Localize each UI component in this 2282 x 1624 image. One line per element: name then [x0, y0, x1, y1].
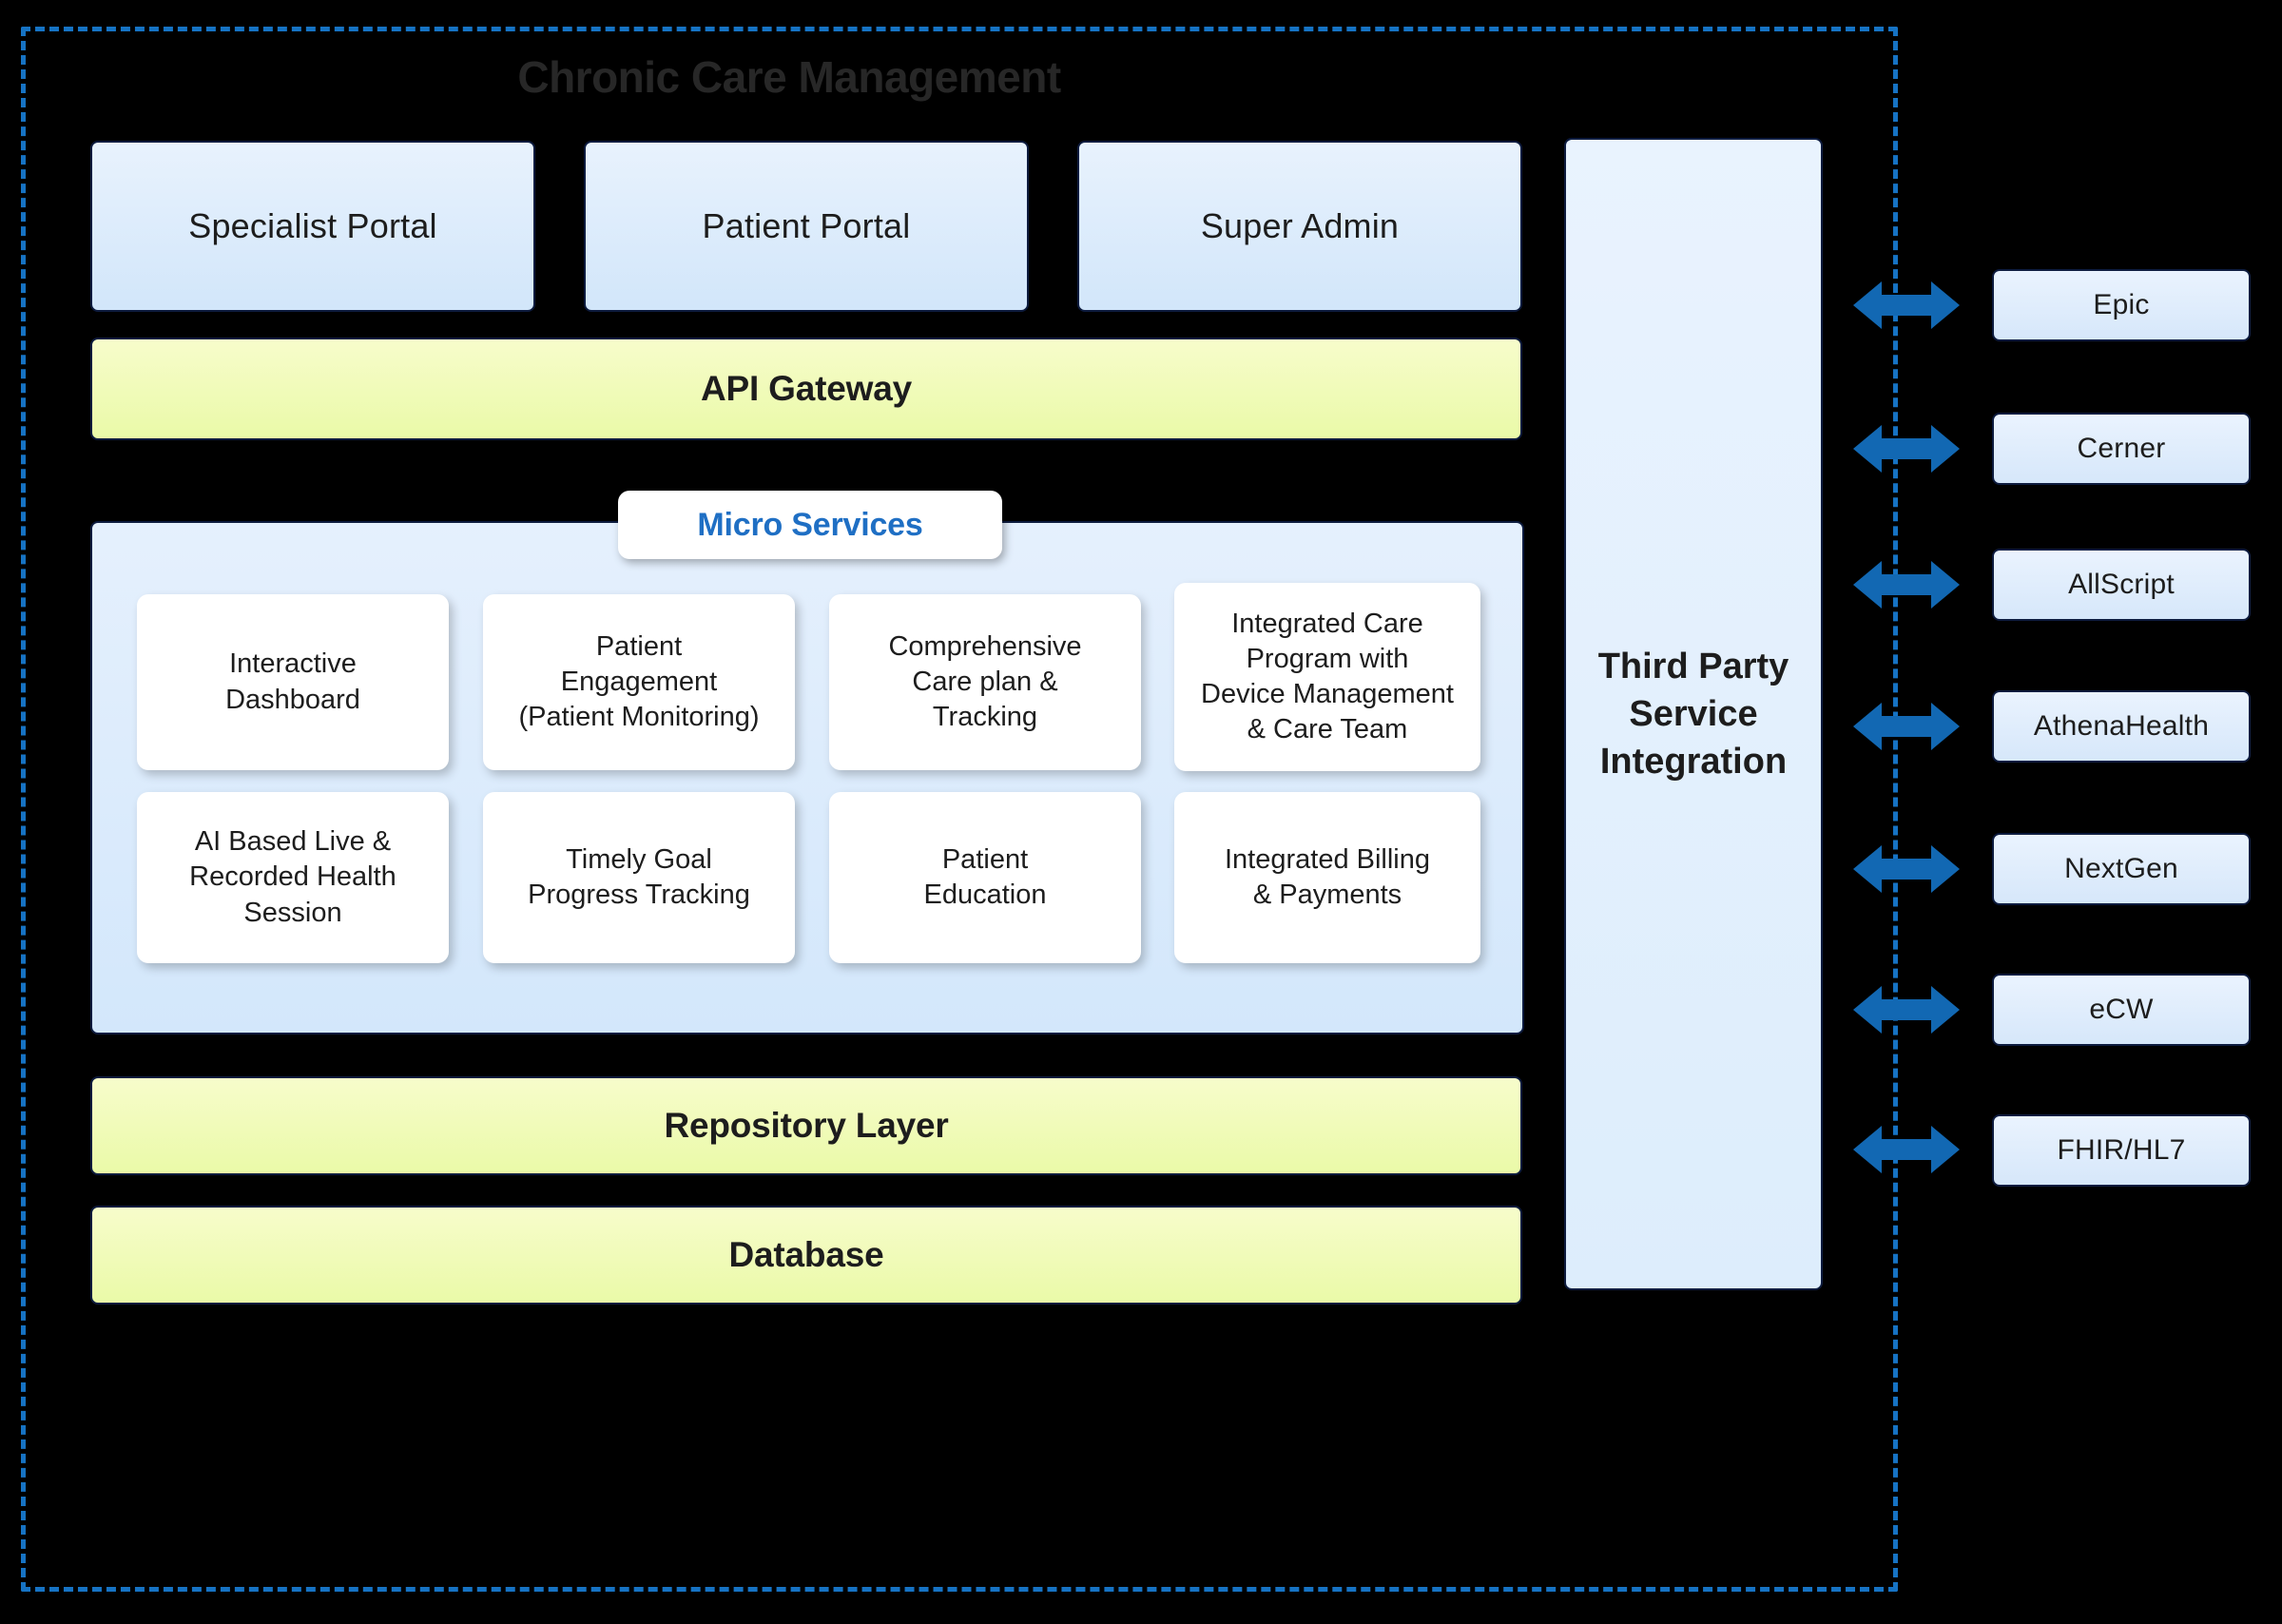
external-system-label: AllScript [2068, 569, 2175, 600]
portal-patient-label: Patient Portal [702, 206, 911, 245]
micro-services-label: Micro Services [618, 491, 1002, 559]
service-card-label: AI Based Live & Recorded Health Session [189, 826, 396, 928]
external-system-label: eCW [2089, 994, 2154, 1025]
service-card-label: Comprehensive Care plan & Tracking [888, 630, 1082, 733]
service-card-ai-health-session[interactable]: AI Based Live & Recorded Health Session [137, 792, 449, 963]
bidirectional-arrow-icon [1853, 421, 1960, 476]
repository-layer[interactable]: Repository Layer [90, 1076, 1522, 1175]
external-system-nextgen[interactable]: NextGen [1992, 833, 2251, 905]
service-card-interactive-dashboard[interactable]: Interactive Dashboard [137, 594, 449, 770]
external-system-athenahealth[interactable]: AthenaHealth [1992, 690, 2251, 763]
micro-services-label-text: Micro Services [697, 506, 923, 543]
external-system-fhir-hl7[interactable]: FHIR/HL7 [1992, 1114, 2251, 1187]
external-system-epic[interactable]: Epic [1992, 269, 2251, 341]
repository-layer-label: Repository Layer [664, 1106, 949, 1145]
service-card-label: Interactive Dashboard [225, 648, 360, 715]
service-card-label: Integrated Care Program with Device Mana… [1201, 608, 1454, 745]
service-card-integrated-care-program[interactable]: Integrated Care Program with Device Mana… [1174, 583, 1480, 771]
external-system-label: NextGen [2064, 853, 2178, 884]
bidirectional-arrow-icon [1853, 699, 1960, 754]
api-gateway-label: API Gateway [701, 369, 912, 408]
bidirectional-arrow-icon [1853, 841, 1960, 897]
external-system-ecw[interactable]: eCW [1992, 974, 2251, 1046]
service-card-label: Patient Education [923, 843, 1047, 910]
service-card-label: Timely Goal Progress Tracking [528, 843, 750, 910]
portal-patient[interactable]: Patient Portal [584, 141, 1029, 312]
third-party-service-integration[interactable]: Third Party Service Integration [1564, 138, 1823, 1290]
portal-super-admin[interactable]: Super Admin [1077, 141, 1522, 312]
service-card-care-plan-tracking[interactable]: Comprehensive Care plan & Tracking [829, 594, 1141, 770]
third-party-label: Third Party Service Integration [1597, 646, 1789, 783]
bidirectional-arrow-icon [1853, 982, 1960, 1037]
service-card-patient-engagement[interactable]: Patient Engagement (Patient Monitoring) [483, 594, 795, 770]
service-card-patient-education[interactable]: Patient Education [829, 792, 1141, 963]
external-system-label: FHIR/HL7 [2057, 1134, 2186, 1166]
external-system-cerner[interactable]: Cerner [1992, 413, 2251, 485]
service-card-label: Integrated Billing & Payments [1224, 843, 1431, 910]
external-system-allscript[interactable]: AllScript [1992, 549, 2251, 621]
bidirectional-arrow-icon [1853, 557, 1960, 612]
diagram-canvas: Chronic Care Management Specialist Porta… [0, 0, 2282, 1624]
bidirectional-arrow-icon [1853, 278, 1960, 333]
database-layer-label: Database [728, 1235, 884, 1274]
portal-specialist-label: Specialist Portal [188, 206, 437, 245]
database-layer[interactable]: Database [90, 1206, 1522, 1305]
portal-specialist[interactable]: Specialist Portal [90, 141, 535, 312]
diagram-title: Chronic Care Management [517, 52, 1061, 102]
api-gateway[interactable]: API Gateway [90, 338, 1522, 440]
service-card-label: Patient Engagement (Patient Monitoring) [518, 630, 760, 733]
external-system-label: Epic [2093, 289, 2150, 320]
external-system-label: Cerner [2077, 433, 2166, 464]
service-card-billing-payments[interactable]: Integrated Billing & Payments [1174, 792, 1480, 963]
service-card-goal-progress-tracking[interactable]: Timely Goal Progress Tracking [483, 792, 795, 963]
bidirectional-arrow-icon [1853, 1122, 1960, 1177]
external-system-label: AthenaHealth [2033, 710, 2210, 742]
portal-super-admin-label: Super Admin [1200, 206, 1400, 245]
